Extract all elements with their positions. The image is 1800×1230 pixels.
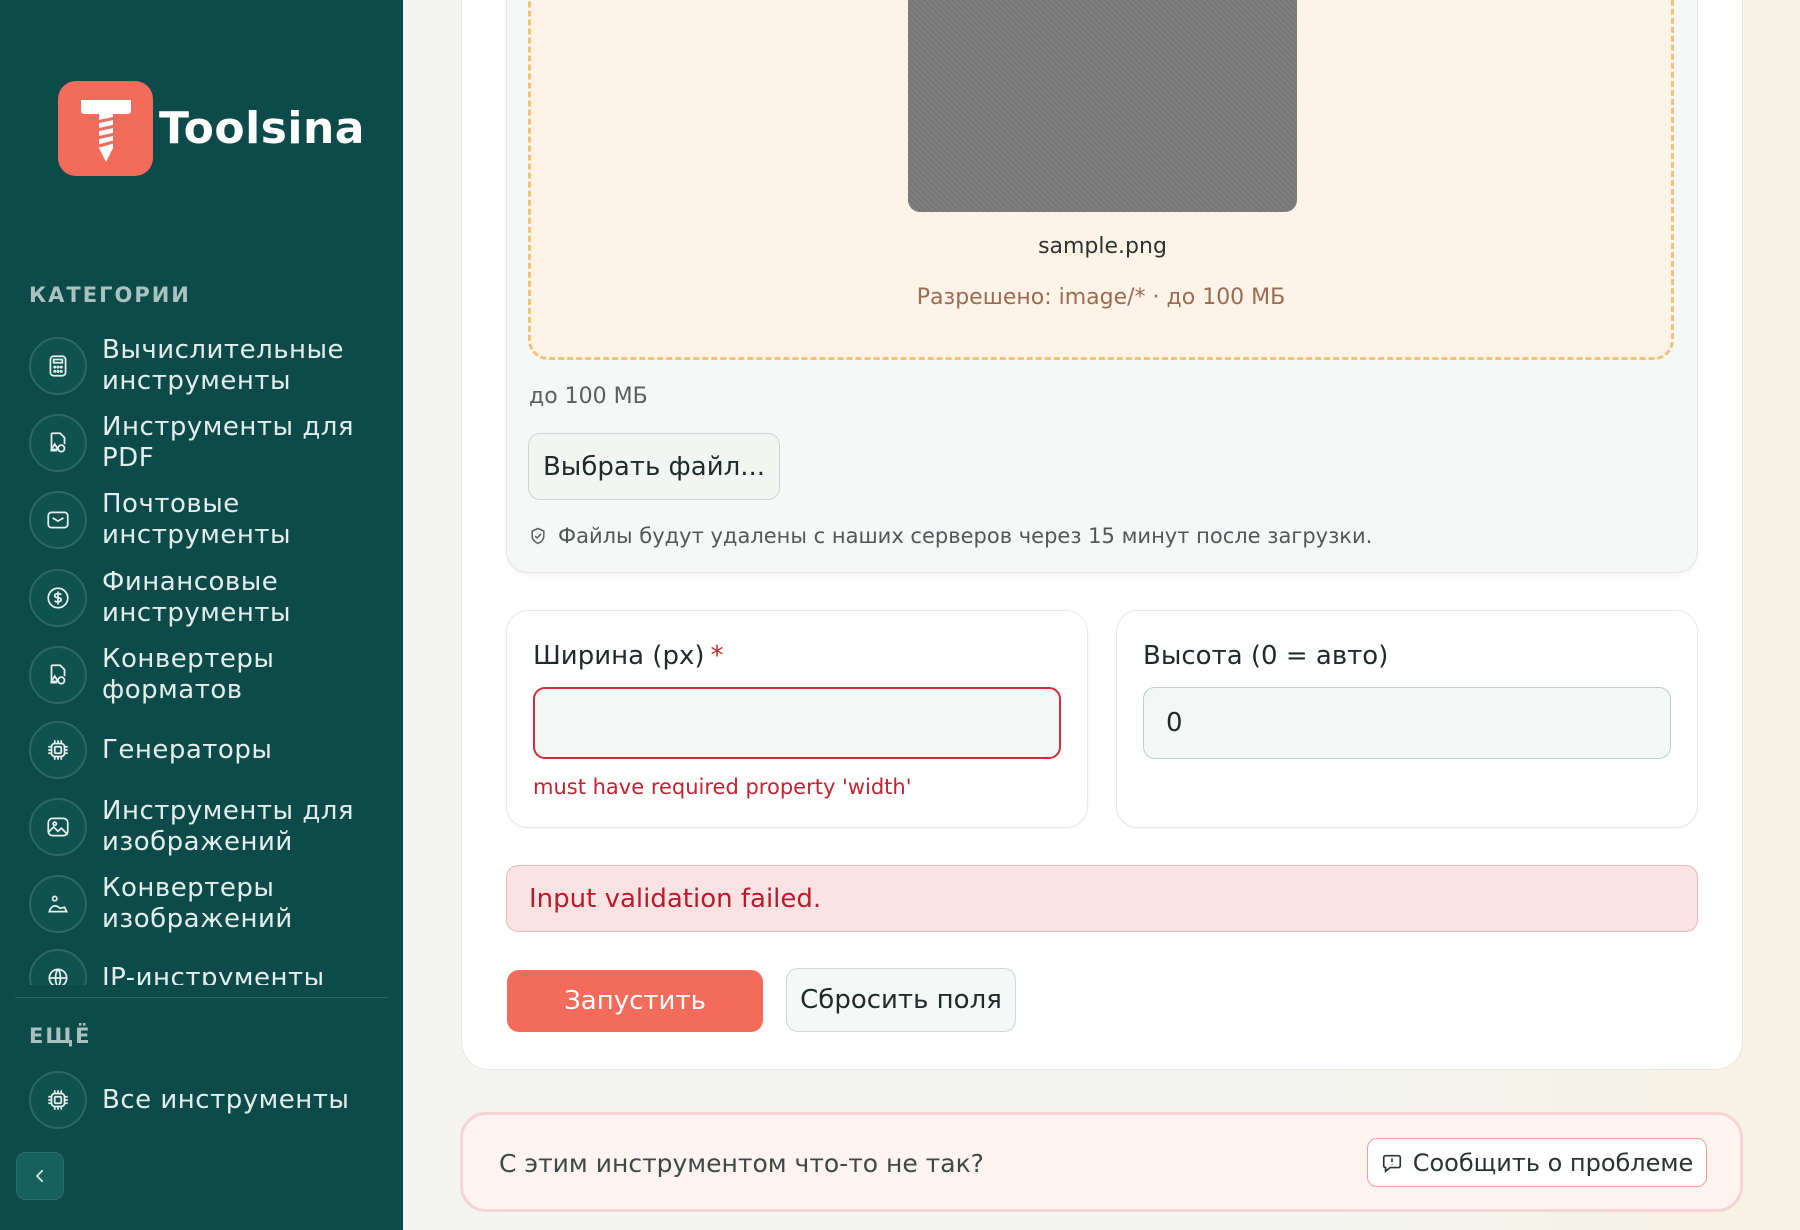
categories-heading: КАТЕГОРИИ — [29, 283, 191, 307]
run-button[interactable]: Запустить — [507, 970, 763, 1032]
sidebar-item-label: Почтовые инструменты — [102, 489, 292, 550]
width-field-card: Ширина (px) * must have required property… — [506, 610, 1088, 828]
sidebar-item-label: Конвертеры форматов — [102, 644, 275, 705]
shield-check-icon — [531, 527, 545, 545]
sidebar-item-label: Инструменты для изображений — [102, 796, 355, 857]
sidebar-item-label: Генераторы — [102, 734, 273, 765]
sidebar-item-ip-tools[interactable]: IP-инструменты — [29, 949, 389, 985]
sidebar-item-label: Все инструменты — [102, 1084, 350, 1115]
message-alert-icon — [1382, 1154, 1401, 1173]
sidebar-item-label: Инструменты для PDF — [102, 412, 355, 473]
sidebar-item-all-tools[interactable]: Все инструменты — [29, 1071, 389, 1129]
file-shapes-icon — [29, 414, 87, 472]
allowed-types: Разрешено: image/* · до 100 МБ — [916, 285, 1286, 310]
chevron-left-icon — [35, 1169, 44, 1183]
sidebar-item-pdf[interactable]: Инструменты для PDF — [29, 412, 389, 474]
collapse-sidebar-button[interactable] — [16, 1152, 64, 1200]
validation-alert: Input validation failed. — [506, 865, 1698, 932]
brand-name: Toolsina — [159, 103, 365, 154]
chip-icon — [29, 1071, 87, 1129]
width-error: must have required property 'width' — [533, 775, 912, 799]
deletion-notice-text: Файлы будут удалены с наших серверов чер… — [558, 524, 1373, 548]
calculator-icon — [29, 337, 87, 395]
dollar-icon — [29, 569, 87, 627]
sidebar-item-label: Конвертеры изображений — [102, 873, 293, 934]
height-label: Высота (0 = авто) — [1143, 641, 1389, 671]
deletion-notice: Файлы будут удалены с наших серверов чер… — [528, 524, 1372, 548]
image-convert-icon — [29, 875, 87, 933]
required-mark: * — [710, 641, 724, 671]
categories-list: Вычислительные инструменты Инструменты д… — [0, 330, 403, 985]
image-preview — [908, 0, 1297, 212]
sidebar-item-finance[interactable]: Финансовые инструменты — [29, 567, 389, 629]
sidebar-item-image-tools[interactable]: Инструменты для изображений — [29, 796, 389, 858]
sidebar-item-label: Вычислительные инструменты — [102, 335, 345, 396]
brand-logo[interactable]: Toolsina — [58, 81, 365, 176]
sidebar-item-image-converters[interactable]: Конвертеры изображений — [29, 873, 389, 935]
sidebar-divider — [15, 997, 388, 998]
reset-fields-button[interactable]: Сбросить поля — [786, 968, 1016, 1032]
sidebar-item-label: Финансовые инструменты — [102, 567, 292, 628]
report-question: С этим инструментом что-то не так? — [499, 1149, 984, 1178]
size-limit: до 100 МБ — [529, 384, 648, 409]
sidebar-item-format-converters[interactable]: Конвертеры форматов — [29, 644, 389, 706]
sidebar-item-label: IP-инструменты — [102, 962, 325, 986]
choose-file-button[interactable]: Выбрать файл... — [528, 433, 780, 500]
report-bar: С этим инструментом что-то не так? Сообщ… — [460, 1112, 1743, 1212]
report-button-label: Сообщить о проблеме — [1412, 1148, 1694, 1177]
height-field-card: Высота (0 = авто) 0 — [1116, 610, 1698, 828]
file-name: sample.png — [1038, 234, 1167, 259]
globe-icon — [29, 949, 87, 985]
width-label-text: Ширина (px) — [533, 641, 705, 671]
sidebar-item-mail[interactable]: Почтовые инструменты — [29, 489, 389, 551]
more-heading: ЕЩЁ — [29, 1024, 92, 1048]
report-problem-button[interactable]: Сообщить о проблеме — [1367, 1138, 1707, 1187]
sidebar: Toolsina КАТЕГОРИИ Вычислительные инстру… — [0, 0, 403, 1230]
sidebar-item-generators[interactable]: Генераторы — [29, 721, 389, 779]
height-input[interactable]: 0 — [1143, 687, 1671, 759]
file-shapes-icon — [29, 646, 87, 704]
image-icon — [29, 798, 87, 856]
sidebar-item-calculation[interactable]: Вычислительные инструменты — [29, 335, 389, 397]
width-input[interactable] — [533, 687, 1061, 759]
width-label: Ширина (px) * — [533, 641, 723, 671]
mail-icon — [29, 491, 87, 549]
chip-icon — [29, 721, 87, 779]
screw-logo-icon — [58, 81, 153, 176]
